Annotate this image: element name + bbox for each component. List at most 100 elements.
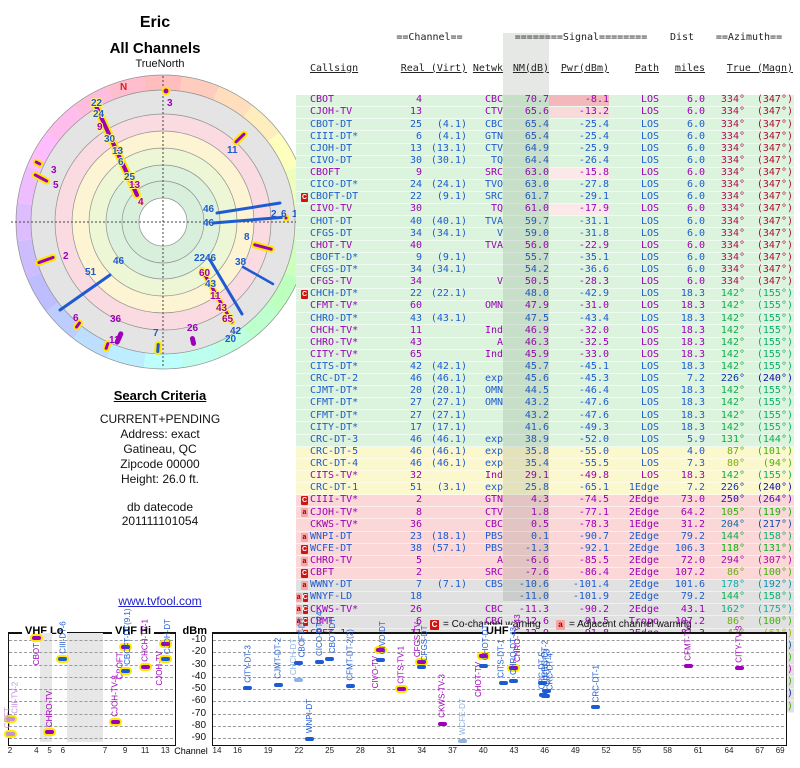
cell: (347°) xyxy=(756,191,793,203)
adjacent-channel-flag-icon: a xyxy=(296,690,302,700)
svg-text:13: 13 xyxy=(112,146,124,157)
cell: -101.9 xyxy=(572,591,609,603)
cell: 7.3 xyxy=(686,458,705,470)
cell: (347°) xyxy=(756,167,793,179)
svg-text:4: 4 xyxy=(138,197,144,208)
cell: exp xyxy=(484,482,503,494)
cell: -42.9 xyxy=(578,288,609,300)
svg-text:6: 6 xyxy=(118,157,124,168)
channel-tick: 19 xyxy=(263,746,273,755)
cell: 43 xyxy=(409,336,422,348)
svg-text:22: 22 xyxy=(91,98,103,109)
cell: 334° xyxy=(720,227,745,239)
cell: (100°) xyxy=(756,676,793,688)
table-row: a C CBOT-6 3 CBC -16.7 -95.5 2Edge 91.5 298° (312°… xyxy=(296,665,794,677)
cell: 6.0 xyxy=(686,154,705,166)
channel-tick: 11 xyxy=(141,746,150,755)
adjacent-channel-flag-icon: a xyxy=(301,702,308,712)
col-miles: miles xyxy=(674,62,705,74)
cell: (155°) xyxy=(756,361,793,373)
cell: (347°) xyxy=(756,215,793,227)
cell: CHRO-DT* xyxy=(310,312,359,324)
adjacent-channel-flag-icon: a xyxy=(556,619,565,630)
cell: CFGS-DT xyxy=(310,227,353,239)
table-row: CRC-DT-3 46 (46.1) exp 38.9 -52.0 LOS 5.9 131° (1… xyxy=(296,434,794,447)
channel-tick: 58 xyxy=(663,746,672,755)
cell: -33.0 xyxy=(578,348,609,360)
table-row: CBOFT-D* 9 (9.1) 55.7 -35.1 LOS 6.0 334° (347°) xyxy=(296,251,794,265)
cell: CTV xyxy=(484,506,503,518)
signal-marker xyxy=(160,657,170,662)
cell: (217°) xyxy=(756,518,793,530)
cell: 18.3 xyxy=(680,324,705,336)
table-row: CHOT-DT 40 (40.1) TVA 59.7 -31.1 LOS 6.0 334° (34… xyxy=(296,215,794,229)
cell: (46.1) xyxy=(430,458,467,470)
cell: 36 xyxy=(409,518,422,530)
svg-text:60: 60 xyxy=(199,268,211,279)
cell: (192°) xyxy=(756,579,793,591)
cell: 21 xyxy=(409,676,422,688)
cell: CFMT-DT* xyxy=(310,409,359,421)
cell: LOS xyxy=(640,300,659,312)
cell: -31.1 xyxy=(578,215,609,227)
cell: 334° xyxy=(720,264,745,276)
channel-tick: 25 xyxy=(325,746,335,755)
dbm-axis-label: dBm xyxy=(182,625,207,637)
cell: 334° xyxy=(720,239,745,251)
cell: CBOFT-DT xyxy=(310,191,359,203)
table-row: C CIII-TV* 2 GTN 4.3 -74.5 2Edge 73.0 250° (264°) xyxy=(296,495,794,508)
cell: 334° xyxy=(720,118,745,130)
cell: CBC xyxy=(484,94,503,106)
cell: CRC-DT-4 xyxy=(310,458,359,470)
cell: (155°) xyxy=(756,470,793,482)
cell: (34.1) xyxy=(430,264,467,276)
cell: (229°) xyxy=(756,688,793,700)
cell: 64.2 xyxy=(680,506,705,518)
cell: (158°) xyxy=(756,530,793,542)
cell: 106.3 xyxy=(674,542,705,554)
cell: CKWS-TV* xyxy=(310,603,359,615)
cell: 4 xyxy=(415,94,422,106)
col-truemagn: True (Magn) xyxy=(726,62,793,74)
cell: -26.4 xyxy=(578,154,609,166)
station-label: CITY-DT-3 xyxy=(243,645,253,683)
cell: 46 xyxy=(409,458,422,470)
svg-text:46: 46 xyxy=(203,204,215,215)
cell: 18.3 xyxy=(680,409,705,421)
warning-flags: a xyxy=(296,702,308,712)
cell: CFMT-DT* xyxy=(310,397,359,409)
table-row: C CBOFT-DT 22 (9.1) SRC 61.7 -29.1 LOS 6.0 334° (3… xyxy=(296,191,794,205)
cell: 34 xyxy=(409,227,422,239)
cell: (155°) xyxy=(756,385,793,397)
warning-flags: aC xyxy=(296,641,308,651)
cell: CITY-DT* xyxy=(310,421,359,433)
cell: 22 xyxy=(409,191,422,203)
cell: 55.7 xyxy=(524,251,549,263)
cell: 2Edge xyxy=(628,567,659,579)
cell: (155°) xyxy=(756,397,793,409)
tvfool-link[interactable]: www.tvfool.com xyxy=(55,594,265,608)
non-broadcast-band xyxy=(40,633,52,742)
svg-text:3: 3 xyxy=(167,98,173,109)
cell: 142° xyxy=(720,336,745,348)
cell: CFMT-TV* xyxy=(310,300,359,312)
cell: 2Edge xyxy=(628,542,659,554)
svg-text:30: 30 xyxy=(104,134,116,145)
cell: 2 xyxy=(415,567,422,579)
cell: (4.1) xyxy=(436,118,467,130)
cell: 18 xyxy=(409,591,422,603)
table-row: CHRO-DT* 43 (43.1) 47.5 -43.4 LOS 18.3 142° (155… xyxy=(296,312,794,326)
cell: (347°) xyxy=(756,227,793,239)
cell: -96.4 xyxy=(578,688,609,700)
cell: 334° xyxy=(720,94,745,106)
cell: LOS xyxy=(640,409,659,421)
signal-marker xyxy=(160,641,170,646)
cell: -16.6 xyxy=(518,652,549,664)
cell: CRC-DT-5 xyxy=(310,445,359,457)
cell: 11 xyxy=(409,639,422,651)
cell: 22 xyxy=(409,288,422,300)
search-city: Gatineau, QC xyxy=(123,442,197,456)
cell: 65.4 xyxy=(524,130,549,142)
table-row: a C CBMT 6 CBC -12.6 -91.5 Tropo 107.2 86° (100°) xyxy=(296,616,794,629)
channel-tick: 6 xyxy=(60,746,66,755)
